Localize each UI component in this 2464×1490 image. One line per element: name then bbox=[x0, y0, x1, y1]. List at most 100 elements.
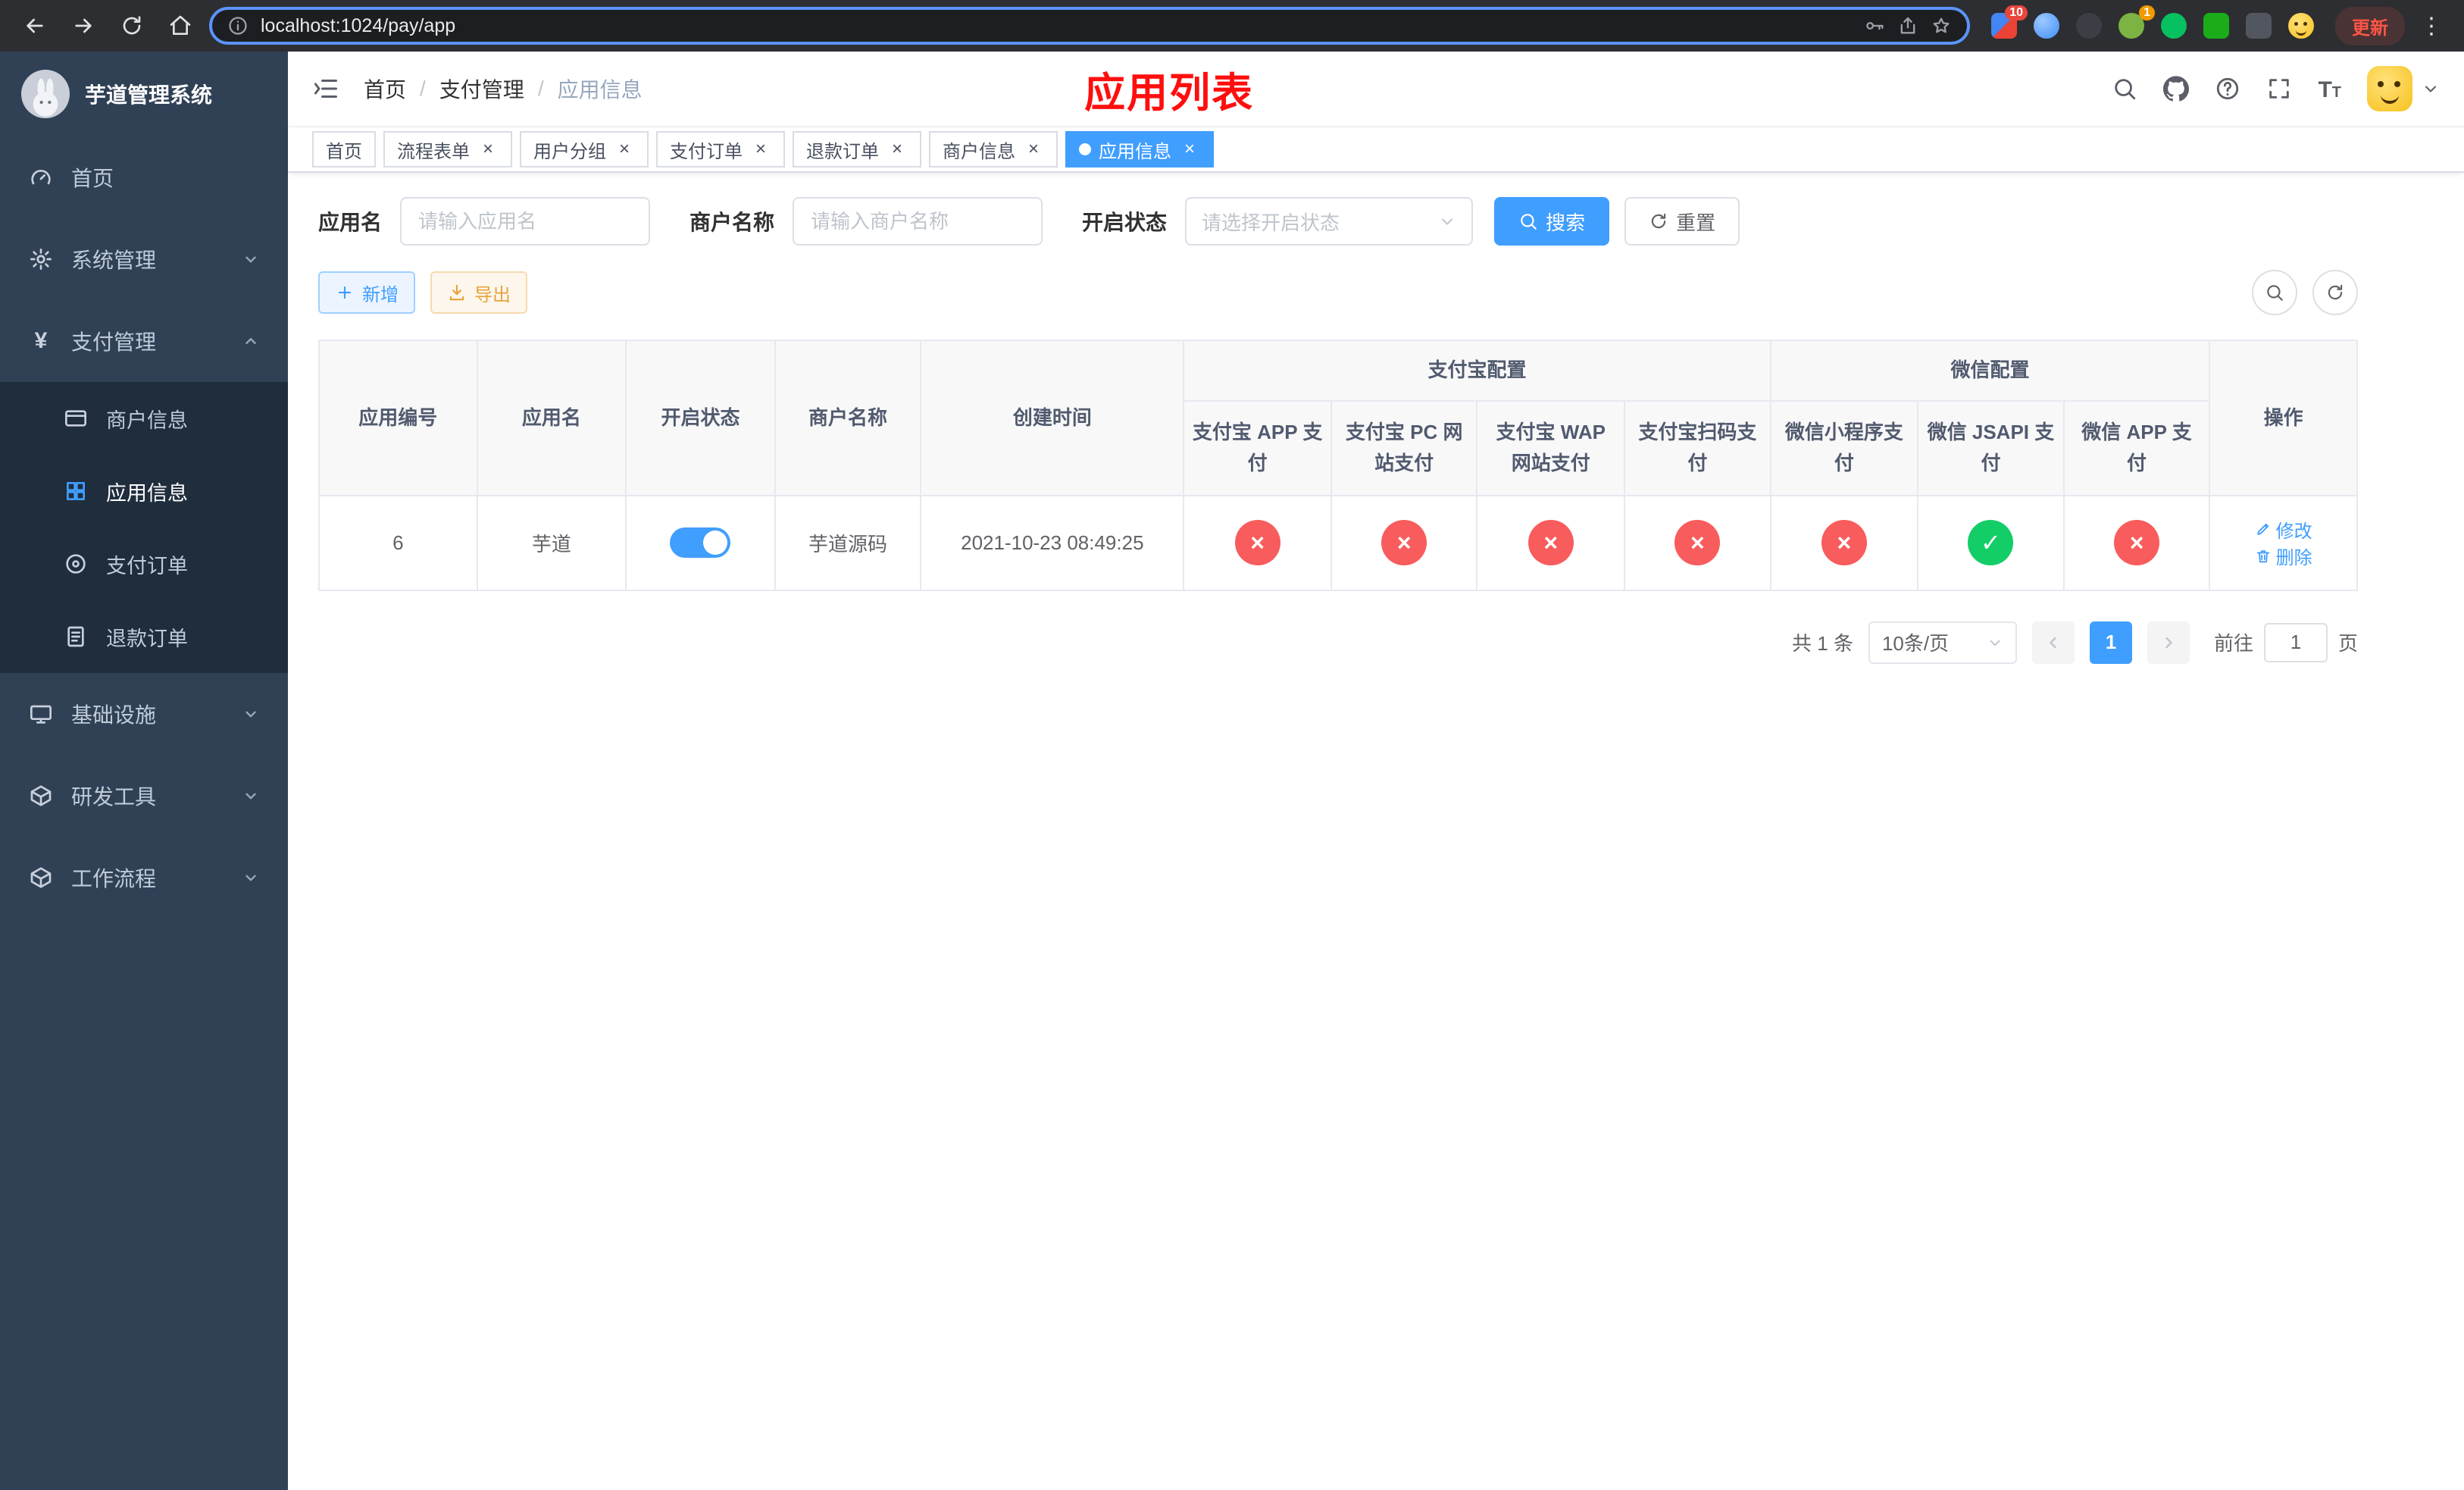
export-button[interactable]: 导出 bbox=[430, 271, 527, 314]
tab-app-info[interactable]: 应用信息 × bbox=[1065, 131, 1214, 167]
address-bar[interactable]: localhost:1024/pay/app bbox=[209, 7, 1970, 45]
close-icon[interactable]: × bbox=[614, 139, 635, 160]
extension-green-icon[interactable] bbox=[2203, 13, 2229, 39]
font-size-icon[interactable]: TT bbox=[2318, 77, 2341, 102]
show-search-button[interactable] bbox=[2252, 270, 2297, 315]
page-size-select[interactable]: 10条/页 bbox=[1868, 621, 2017, 664]
extension-colorful-icon[interactable]: 10 bbox=[1991, 5, 2028, 39]
chevron-down-icon bbox=[1987, 634, 2003, 651]
status-toggle[interactable] bbox=[670, 527, 731, 559]
col-wx-mini: 微信小程序支付 bbox=[1769, 399, 1919, 496]
close-icon[interactable]: × bbox=[886, 139, 908, 160]
edit-button[interactable]: 修改 bbox=[2255, 516, 2312, 543]
tab-user-group[interactable]: 用户分组 × bbox=[520, 131, 649, 167]
cell-app-name: 芋道 bbox=[476, 494, 627, 591]
screen: localhost:1024/pay/app 10 1 更新 ⋮ 芋道管理系统 … bbox=[0, 0, 2464, 1490]
active-tab-dot bbox=[1079, 143, 1091, 155]
breadcrumb-section[interactable]: 支付管理 bbox=[439, 74, 524, 104]
col-alipay-app: 支付宝 APP 支付 bbox=[1183, 399, 1332, 496]
goto-page-input[interactable] bbox=[2263, 622, 2328, 662]
password-key-icon[interactable] bbox=[1864, 15, 1885, 36]
search-icon[interactable] bbox=[2112, 76, 2137, 102]
sidebar-item-payment[interactable]: ¥ 支付管理 bbox=[0, 300, 288, 382]
sidebar-item-dev-tools[interactable]: 研发工具 bbox=[0, 755, 288, 837]
refresh-icon bbox=[1649, 211, 1668, 231]
tab-refund-order[interactable]: 退款订单 × bbox=[793, 131, 921, 167]
alipay-qr-status-icon: × bbox=[1674, 520, 1721, 566]
sidebar-item-workflow[interactable]: 工作流程 bbox=[0, 837, 288, 919]
sidebar-menu: 首页 系统管理 ¥ 支付管理 商户信息 应用信息 支付订单 退款订单 基础设施 … bbox=[0, 136, 288, 1490]
col-app-name: 应用名 bbox=[476, 339, 627, 496]
col-app-id: 应用编号 bbox=[317, 339, 478, 496]
breadcrumb-home[interactable]: 首页 bbox=[364, 74, 406, 104]
search-form: 应用名 商户名称 开启状态 请选择开启状态 搜索 重置 bbox=[318, 197, 2358, 246]
site-info-icon[interactable] bbox=[227, 15, 249, 36]
bookmark-star-icon[interactable] bbox=[1931, 15, 1952, 36]
tab-home[interactable]: 首页 bbox=[312, 131, 376, 167]
col-group-wechat: 微信配置 bbox=[1769, 340, 2211, 402]
tags-view: 首页 流程表单 × 用户分组 × 支付订单 × 退款订单 × 商户信息 × 应用… bbox=[288, 127, 2464, 173]
reset-button[interactable]: 重置 bbox=[1624, 197, 1740, 246]
target-icon bbox=[64, 552, 88, 576]
add-button[interactable]: 新增 bbox=[318, 271, 415, 314]
chevron-down-icon bbox=[242, 706, 259, 722]
tab-merchant-info[interactable]: 商户信息 × bbox=[929, 131, 1058, 167]
search-button[interactable]: 搜索 bbox=[1494, 197, 1610, 246]
github-icon[interactable] bbox=[2163, 76, 2189, 102]
extension-pin-icon[interactable] bbox=[2246, 13, 2272, 39]
sidebar-toggle-icon[interactable] bbox=[312, 75, 339, 102]
alipay-app-status-icon: × bbox=[1234, 520, 1280, 566]
merchant-name-input[interactable] bbox=[793, 197, 1043, 246]
browser-update-button[interactable]: 更新 bbox=[2335, 6, 2405, 45]
browser-menu-icon[interactable]: ⋮ bbox=[2414, 13, 2449, 39]
app-name-input[interactable] bbox=[400, 197, 651, 246]
user-menu[interactable] bbox=[2367, 66, 2440, 111]
wallet-badge: 1 bbox=[2139, 5, 2155, 20]
tab-process-form[interactable]: 流程表单 × bbox=[383, 131, 512, 167]
sidebar-item-refund-order[interactable]: 退款订单 bbox=[0, 600, 288, 673]
close-icon[interactable]: × bbox=[750, 139, 771, 160]
refresh-table-button[interactable] bbox=[2312, 270, 2358, 315]
sidebar-item-payment-order[interactable]: 支付订单 bbox=[0, 527, 288, 600]
forward-button[interactable] bbox=[64, 6, 103, 45]
page-title: 应用列表 bbox=[1084, 70, 1255, 116]
close-icon[interactable]: × bbox=[477, 139, 499, 160]
tab-payment-order[interactable]: 支付订单 × bbox=[656, 131, 785, 167]
page-1-button[interactable]: 1 bbox=[2089, 621, 2132, 664]
table-row: 6 芋道 芋道源码 2021-10-23 08:49:25 × × × × × … bbox=[317, 494, 2359, 591]
help-icon[interactable] bbox=[2215, 76, 2240, 102]
plus-icon bbox=[335, 283, 355, 302]
document-icon bbox=[64, 624, 88, 649]
reload-button[interactable] bbox=[112, 6, 152, 45]
close-icon[interactable]: × bbox=[1023, 139, 1044, 160]
col-alipay-qr: 支付宝扫码支付 bbox=[1624, 399, 1771, 496]
extension-globe-icon[interactable] bbox=[2076, 13, 2102, 39]
extension-emoji-icon[interactable] bbox=[2288, 13, 2314, 39]
extension-wechat-icon[interactable] bbox=[2161, 13, 2187, 39]
sidebar-item-system[interactable]: 系统管理 bbox=[0, 218, 288, 300]
sidebar-item-home[interactable]: 首页 bbox=[0, 136, 288, 218]
prev-page-button[interactable] bbox=[2031, 621, 2075, 664]
cell-app-id: 6 bbox=[317, 494, 478, 591]
extension-drop-icon[interactable] bbox=[2034, 13, 2059, 39]
sidebar-item-app-info[interactable]: 应用信息 bbox=[0, 455, 288, 527]
share-icon[interactable] bbox=[1897, 15, 1918, 36]
wx-app-status-icon: × bbox=[2114, 520, 2160, 566]
delete-button[interactable]: 删除 bbox=[2255, 543, 2312, 569]
fullscreen-icon[interactable] bbox=[2266, 76, 2292, 102]
next-page-button[interactable] bbox=[2147, 621, 2190, 664]
home-button[interactable] bbox=[161, 6, 200, 45]
col-merchant: 商户名称 bbox=[774, 339, 922, 496]
navbar-actions: TT bbox=[2112, 66, 2440, 111]
gear-icon bbox=[29, 247, 53, 271]
back-button[interactable] bbox=[15, 6, 55, 45]
sidebar-item-merchant-info[interactable]: 商户信息 bbox=[0, 382, 288, 455]
sidebar-item-infrastructure[interactable]: 基础设施 bbox=[0, 673, 288, 755]
extension-leaf-icon[interactable]: 1 bbox=[2118, 5, 2155, 39]
logo-avatar bbox=[21, 70, 70, 118]
status-select[interactable]: 请选择开启状态 bbox=[1185, 197, 1474, 246]
cell-status bbox=[625, 494, 776, 591]
goto-page: 前往 页 bbox=[2214, 622, 2358, 662]
merchant-name-label: 商户名称 bbox=[689, 211, 775, 234]
close-icon[interactable]: × bbox=[1179, 139, 1200, 160]
